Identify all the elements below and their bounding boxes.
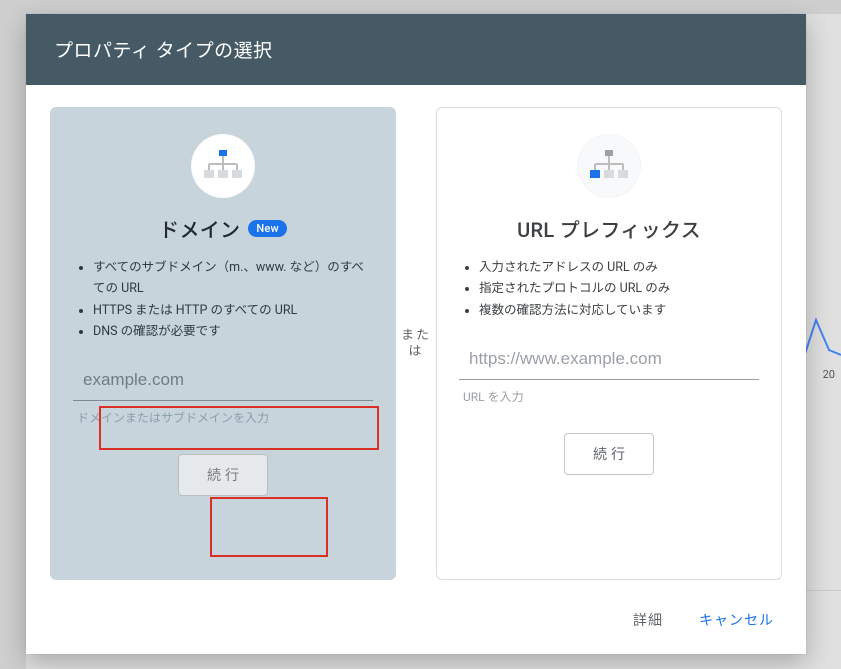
sitemap-icon (203, 150, 243, 182)
prefix-card-title-row: URL プレフィックス (517, 214, 701, 243)
prefix-continue-button[interactable]: 続行 (564, 433, 654, 475)
backdrop-shade-left (0, 0, 26, 669)
domain-card[interactable]: ドメイン New すべてのサブドメイン（m.、www. など）のすべての URL… (50, 107, 396, 580)
url-prefix-card[interactable]: URL プレフィックス 入力されたアドレスの URL のみ 指定されたプロトコル… (436, 107, 782, 580)
domain-card-icon-circle (191, 134, 255, 198)
or-separator: または (396, 107, 436, 580)
prefix-card-icon-circle (577, 134, 641, 198)
dialog-footer: 詳細 キャンセル (26, 590, 806, 654)
property-type-dialog: プロパティ タイプの選択 ドメイン New (26, 14, 806, 654)
list-item: 複数の確認方法に対応しています (479, 300, 755, 321)
domain-input-helper: ドメインまたはサブドメインを入力 (73, 409, 373, 426)
domain-continue-button[interactable]: 続行 (178, 454, 268, 496)
prefix-input-helper: URL を入力 (459, 388, 759, 405)
list-item: 入力されたアドレスの URL のみ (479, 257, 755, 278)
new-badge: New (248, 220, 286, 237)
cancel-button[interactable]: キャンセル (695, 604, 778, 636)
list-item: DNS の確認が必要です (93, 321, 369, 342)
details-button[interactable]: 詳細 (629, 604, 667, 636)
prefix-card-bullets: 入力されたアドレスの URL のみ 指定されたプロトコルの URL のみ 複数の… (459, 257, 759, 321)
domain-card-bullets: すべてのサブドメイン（m.、www. など）のすべての URL HTTPS また… (73, 257, 373, 342)
list-item: HTTPS または HTTP のすべての URL (93, 300, 369, 321)
prefix-card-title: URL プレフィックス (517, 214, 701, 243)
list-item: 指定されたプロトコルの URL のみ (479, 278, 755, 299)
domain-input[interactable] (73, 360, 373, 401)
list-item: すべてのサブドメイン（m.、www. など）のすべての URL (93, 257, 369, 300)
sitemap-icon (589, 150, 629, 182)
or-separator-label: または (396, 328, 436, 359)
domain-card-title: ドメイン (159, 214, 240, 243)
or-text: または (401, 328, 431, 359)
background-axis-tick: 20 (823, 368, 835, 381)
domain-input-wrap (73, 360, 373, 401)
domain-card-title-row: ドメイン New (159, 214, 287, 243)
prefix-input-wrap (459, 339, 759, 380)
dialog-title: プロパティ タイプの選択 (26, 14, 806, 85)
backdrop-shade-top (0, 0, 841, 14)
url-prefix-input[interactable] (459, 339, 759, 380)
dialog-body: ドメイン New すべてのサブドメイン（m.、www. など）のすべての URL… (26, 85, 806, 590)
